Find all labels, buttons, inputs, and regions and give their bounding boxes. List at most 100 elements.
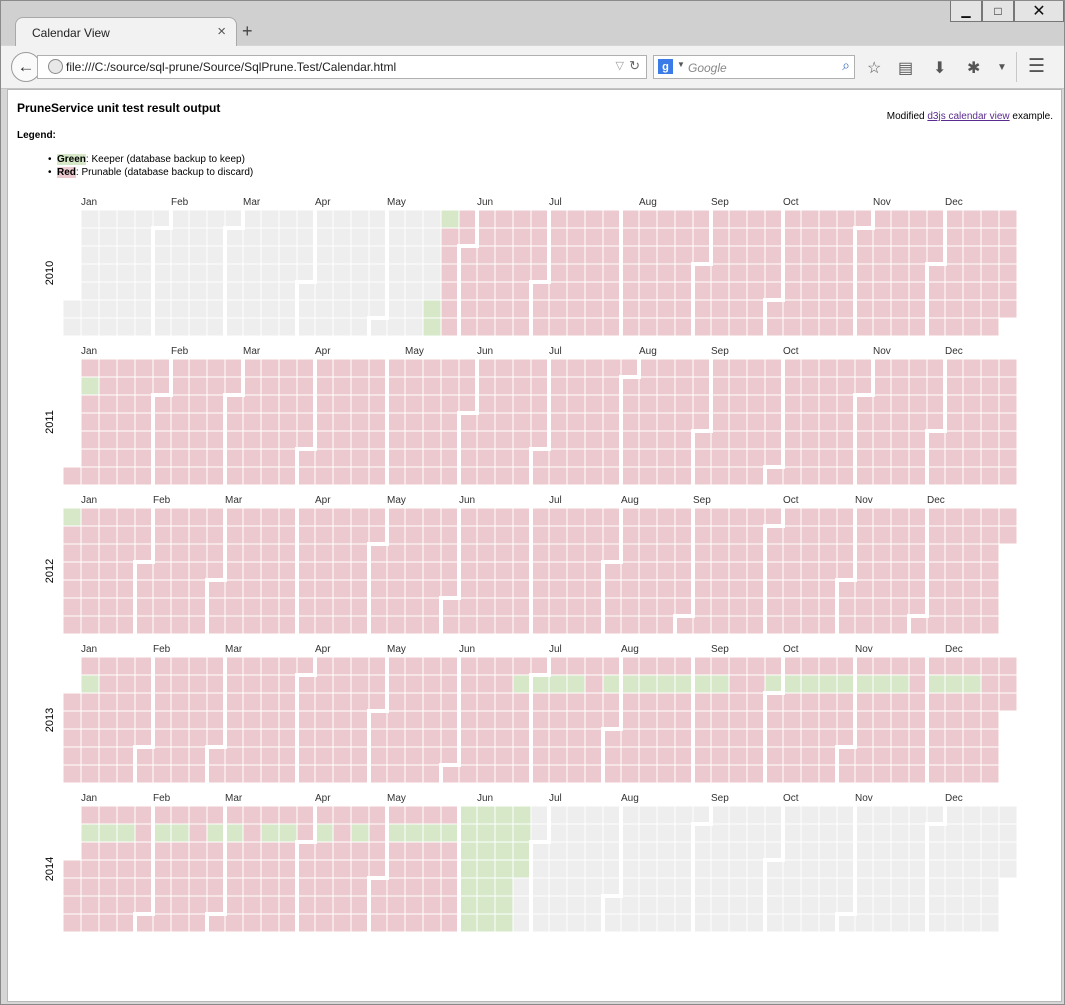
day-cell: [512, 561, 532, 581]
day-cell: [962, 597, 982, 617]
day-cell: [80, 728, 100, 748]
day-cell: [404, 823, 424, 843]
day-cell: [116, 466, 136, 486]
day-cell: [278, 448, 298, 468]
day-cell: [566, 227, 586, 247]
day-cell: [818, 913, 838, 933]
day-cell: [170, 841, 190, 861]
day-cell: [656, 299, 676, 319]
day-cell: [890, 895, 910, 915]
day-cell: [980, 615, 1000, 635]
day-cell: [170, 823, 190, 843]
day-cell: [350, 209, 370, 229]
search-input[interactable]: Google: [688, 61, 727, 75]
search-engine-icon[interactable]: g: [658, 59, 673, 74]
url-bar[interactable]: file:///C:/source/sql-prune/Source/SqlPr…: [37, 55, 647, 79]
day-cell: [170, 412, 190, 432]
day-cell: [530, 376, 550, 396]
day-cell: [638, 859, 658, 879]
day-cell: [854, 412, 874, 432]
star-icon[interactable]: ☆: [867, 58, 881, 78]
day-cell: [188, 227, 208, 247]
day-cell: [206, 859, 226, 879]
day-cell: [566, 597, 586, 617]
day-cell: [872, 615, 892, 635]
day-cell: [908, 430, 928, 450]
day-cell: [368, 913, 388, 933]
day-cell: [314, 227, 334, 247]
day-cell: [422, 263, 442, 283]
day-cell: [908, 448, 928, 468]
day-cell: [620, 895, 640, 915]
reading-list-icon[interactable]: ▤: [898, 58, 913, 78]
maximize-button[interactable]: □: [982, 1, 1014, 22]
day-cell: [494, 764, 514, 784]
day-cell: [440, 674, 460, 694]
day-cell: [926, 764, 946, 784]
menu-icon[interactable]: ☰: [1028, 55, 1045, 78]
day-cell: [764, 656, 784, 676]
day-cell: [296, 710, 316, 730]
addon-icon[interactable]: ✱: [967, 58, 980, 78]
day-cell: [530, 692, 550, 712]
day-cell: [422, 376, 442, 396]
day-cell: [944, 245, 964, 265]
day-cell: [710, 430, 730, 450]
reload-icon[interactable]: ↻: [629, 58, 640, 74]
day-cell: [890, 746, 910, 766]
tab-close-icon[interactable]: ×: [217, 23, 226, 40]
day-cell: [134, 841, 154, 861]
day-cell: [962, 507, 982, 527]
day-cell: [134, 263, 154, 283]
day-cell: [602, 299, 622, 319]
day-cell: [494, 358, 514, 378]
day-cell: [98, 859, 118, 879]
day-cell: [188, 710, 208, 730]
day-cell: [332, 656, 352, 676]
day-cell: [746, 746, 766, 766]
day-cell: [980, 466, 1000, 486]
day-cell: [296, 209, 316, 229]
url-text[interactable]: file:///C:/source/sql-prune/Source/SqlPr…: [66, 60, 396, 74]
day-cell: [584, 859, 604, 879]
day-cell: [152, 394, 172, 414]
day-cell: [818, 412, 838, 432]
day-cell: [350, 597, 370, 617]
day-cell: [548, 805, 568, 825]
search-magnifier-icon[interactable]: ⌕: [842, 57, 850, 74]
day-cell: [170, 561, 190, 581]
day-cell: [764, 376, 784, 396]
search-engine-dropdown-icon[interactable]: ▼: [677, 60, 685, 69]
day-cell: [890, 877, 910, 897]
day-cell: [278, 317, 298, 337]
day-cell: [80, 692, 100, 712]
history-dropdown-icon[interactable]: ▽: [616, 59, 624, 72]
search-box[interactable]: g ▼ Google ⌕: [653, 55, 855, 79]
day-cell: [692, 448, 712, 468]
day-cell: [404, 710, 424, 730]
day-cell: [602, 281, 622, 301]
day-cell: [188, 859, 208, 879]
day-cell: [368, 394, 388, 414]
close-window-button[interactable]: ✕: [1014, 1, 1064, 22]
day-cell: [710, 358, 730, 378]
day-cell: [422, 525, 442, 545]
day-cell: [602, 656, 622, 676]
day-cell: [422, 561, 442, 581]
day-cell: [116, 579, 136, 599]
tab-calendar-view[interactable]: Calendar View ×: [15, 17, 237, 48]
day-cell: [242, 764, 262, 784]
day-cell: [782, 859, 802, 879]
day-cell: [944, 263, 964, 283]
day-cell: [152, 913, 172, 933]
download-icon[interactable]: ⬇: [933, 58, 946, 78]
day-cell: [764, 317, 784, 337]
day-cell: [764, 448, 784, 468]
day-cell: [944, 543, 964, 563]
minimize-button[interactable]: ▁: [950, 1, 982, 22]
dropdown-icon[interactable]: ▼: [997, 62, 1007, 73]
day-cell: [602, 692, 622, 712]
new-tab-icon[interactable]: +: [242, 21, 253, 42]
day-cell: [422, 299, 442, 319]
day-cell: [674, 805, 694, 825]
